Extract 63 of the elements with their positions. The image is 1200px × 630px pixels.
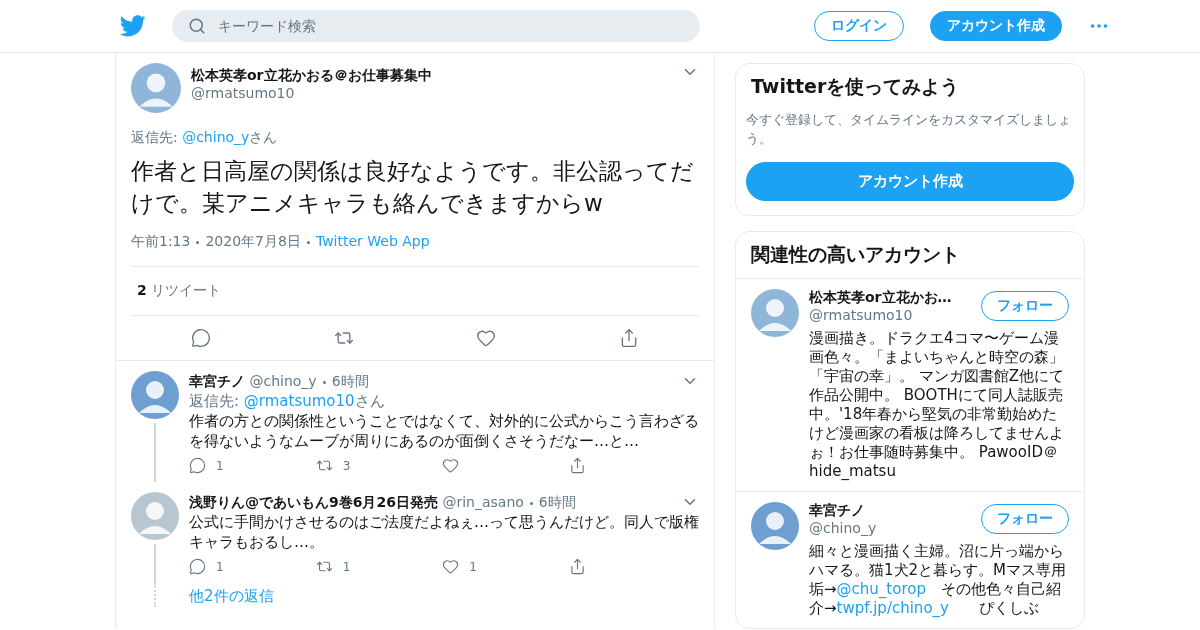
- account-bio: 細々と漫画描く主婦。沼に片っ端からハマる。猫1犬2と暮らす。Mマス専用垢→@chu_torop その他色々自己紹介→twpf.jp/chino_y ぴくしぶ: [809, 542, 1068, 618]
- follow-button[interactable]: フォロー: [981, 504, 1069, 534]
- author-name: 浅野りん@であいもん9巻6月26日発売: [189, 494, 438, 510]
- separator-dot: [322, 380, 326, 384]
- tweet-time: 午前1:13: [131, 233, 191, 249]
- share-icon: [568, 558, 586, 575]
- card-text: 今すぐ登録して、タイムラインをカスタマイズしましょう。: [745, 111, 1072, 148]
- follow-button[interactable]: フォロー: [981, 291, 1069, 321]
- tweet-text: 作者の方との関係性ということではなくて、対外的に公式からこう言わざるを得ないようなムーブが周りにあるのが面倒くさそうだなー…と…: [189, 411, 699, 451]
- speech-bubble-icon: [191, 328, 211, 348]
- share-icon: [568, 457, 586, 474]
- retweet-button[interactable]: 3: [315, 457, 356, 474]
- retweet-button[interactable]: 1: [315, 558, 356, 575]
- author-name: 松本英孝or立花かおる＠お仕事募集中: [191, 67, 433, 85]
- login-button[interactable]: ログイン: [814, 11, 904, 41]
- tweet-age: 6時間: [331, 373, 369, 389]
- account-bio: 漫画描き。ドラクエ4コマ〜ゲーム漫画色々。「まよいちゃんと時空の森」「宇宙の幸」。 マンガ図書館Z他にて作品公開中。 BOOTHにて同人誌販売中。'18年春から堅気の非常勤始めたけど漫画家の看板は降ろしてませんよぉ！お仕事随時募集中。 PawooID＠hide_matsu: [809, 329, 1066, 481]
- tweet-text: 作者と日高屋の関係は良好なようです。非公認ってだけで。某アニメキャラも絡んできますからw: [131, 157, 695, 218]
- reply-button[interactable]: 1: [189, 558, 229, 575]
- bio-link[interactable]: @chu_torop: [836, 580, 926, 598]
- like-button[interactable]: 1: [442, 558, 483, 575]
- card-title: Twitterを使ってみよう: [750, 74, 961, 99]
- like-button[interactable]: [476, 328, 497, 348]
- avatar: [131, 492, 179, 540]
- heart-icon: [442, 457, 460, 474]
- tweet-date: 2020年7月8日: [205, 233, 301, 249]
- bio-link[interactable]: twpf.jp/chino_y: [836, 599, 949, 617]
- speech-bubble-icon: [189, 457, 206, 474]
- search-icon: [188, 17, 206, 35]
- avatar: [131, 371, 179, 419]
- avatar: [751, 502, 799, 550]
- reply-to-text: 返信先: @chino_yさん: [131, 129, 279, 147]
- account-name: 幸宮チノ: [809, 502, 866, 520]
- account-handle: @chino_y: [809, 520, 878, 536]
- author-name: 幸宮チノ: [189, 373, 245, 389]
- tweet-age: 6時間: [538, 494, 576, 510]
- reply-button[interactable]: [191, 328, 211, 348]
- search-field[interactable]: キーワード検索: [172, 10, 700, 42]
- bird-logo[interactable]: [120, 15, 146, 37]
- reply-to-text: 返信先: @rmatsumo10さん: [189, 391, 386, 411]
- more-replies-link[interactable]: 他2件の返信: [189, 583, 274, 610]
- heart-icon: [442, 558, 460, 575]
- reply-button[interactable]: 1: [189, 457, 229, 474]
- avatar: [131, 63, 181, 113]
- account-handle: @rmatsumo10: [809, 307, 914, 323]
- signup-button[interactable]: アカウント作成: [746, 162, 1074, 201]
- retweet-count[interactable]: 2 リツイート: [131, 282, 699, 316]
- mention-link[interactable]: @chino_y: [182, 129, 250, 145]
- tweet-text: 公式に手間かけさせるのはご法度だよねぇ…って思うんだけど。同人で版権キャラもおるし…。: [189, 512, 699, 552]
- avatar: [751, 289, 799, 337]
- card-title: 関連性の高いアカウント: [750, 242, 961, 267]
- separator-dot: [529, 501, 533, 505]
- author-handle: @rin_asano: [442, 494, 524, 510]
- source-link[interactable]: Twitter Web App: [315, 233, 430, 249]
- mention-link[interactable]: @rmatsumo10: [243, 392, 355, 410]
- separator-dot: [196, 240, 200, 244]
- account-name: 松本英孝or立花かお…: [809, 289, 953, 307]
- separator-dot: [306, 240, 310, 244]
- speech-bubble-icon: [189, 558, 206, 575]
- author-handle: @rmatsumo10: [191, 85, 296, 101]
- heart-icon: [476, 328, 497, 348]
- signup-button[interactable]: アカウント作成: [930, 11, 1062, 41]
- author-handle: @chino_y: [249, 373, 317, 389]
